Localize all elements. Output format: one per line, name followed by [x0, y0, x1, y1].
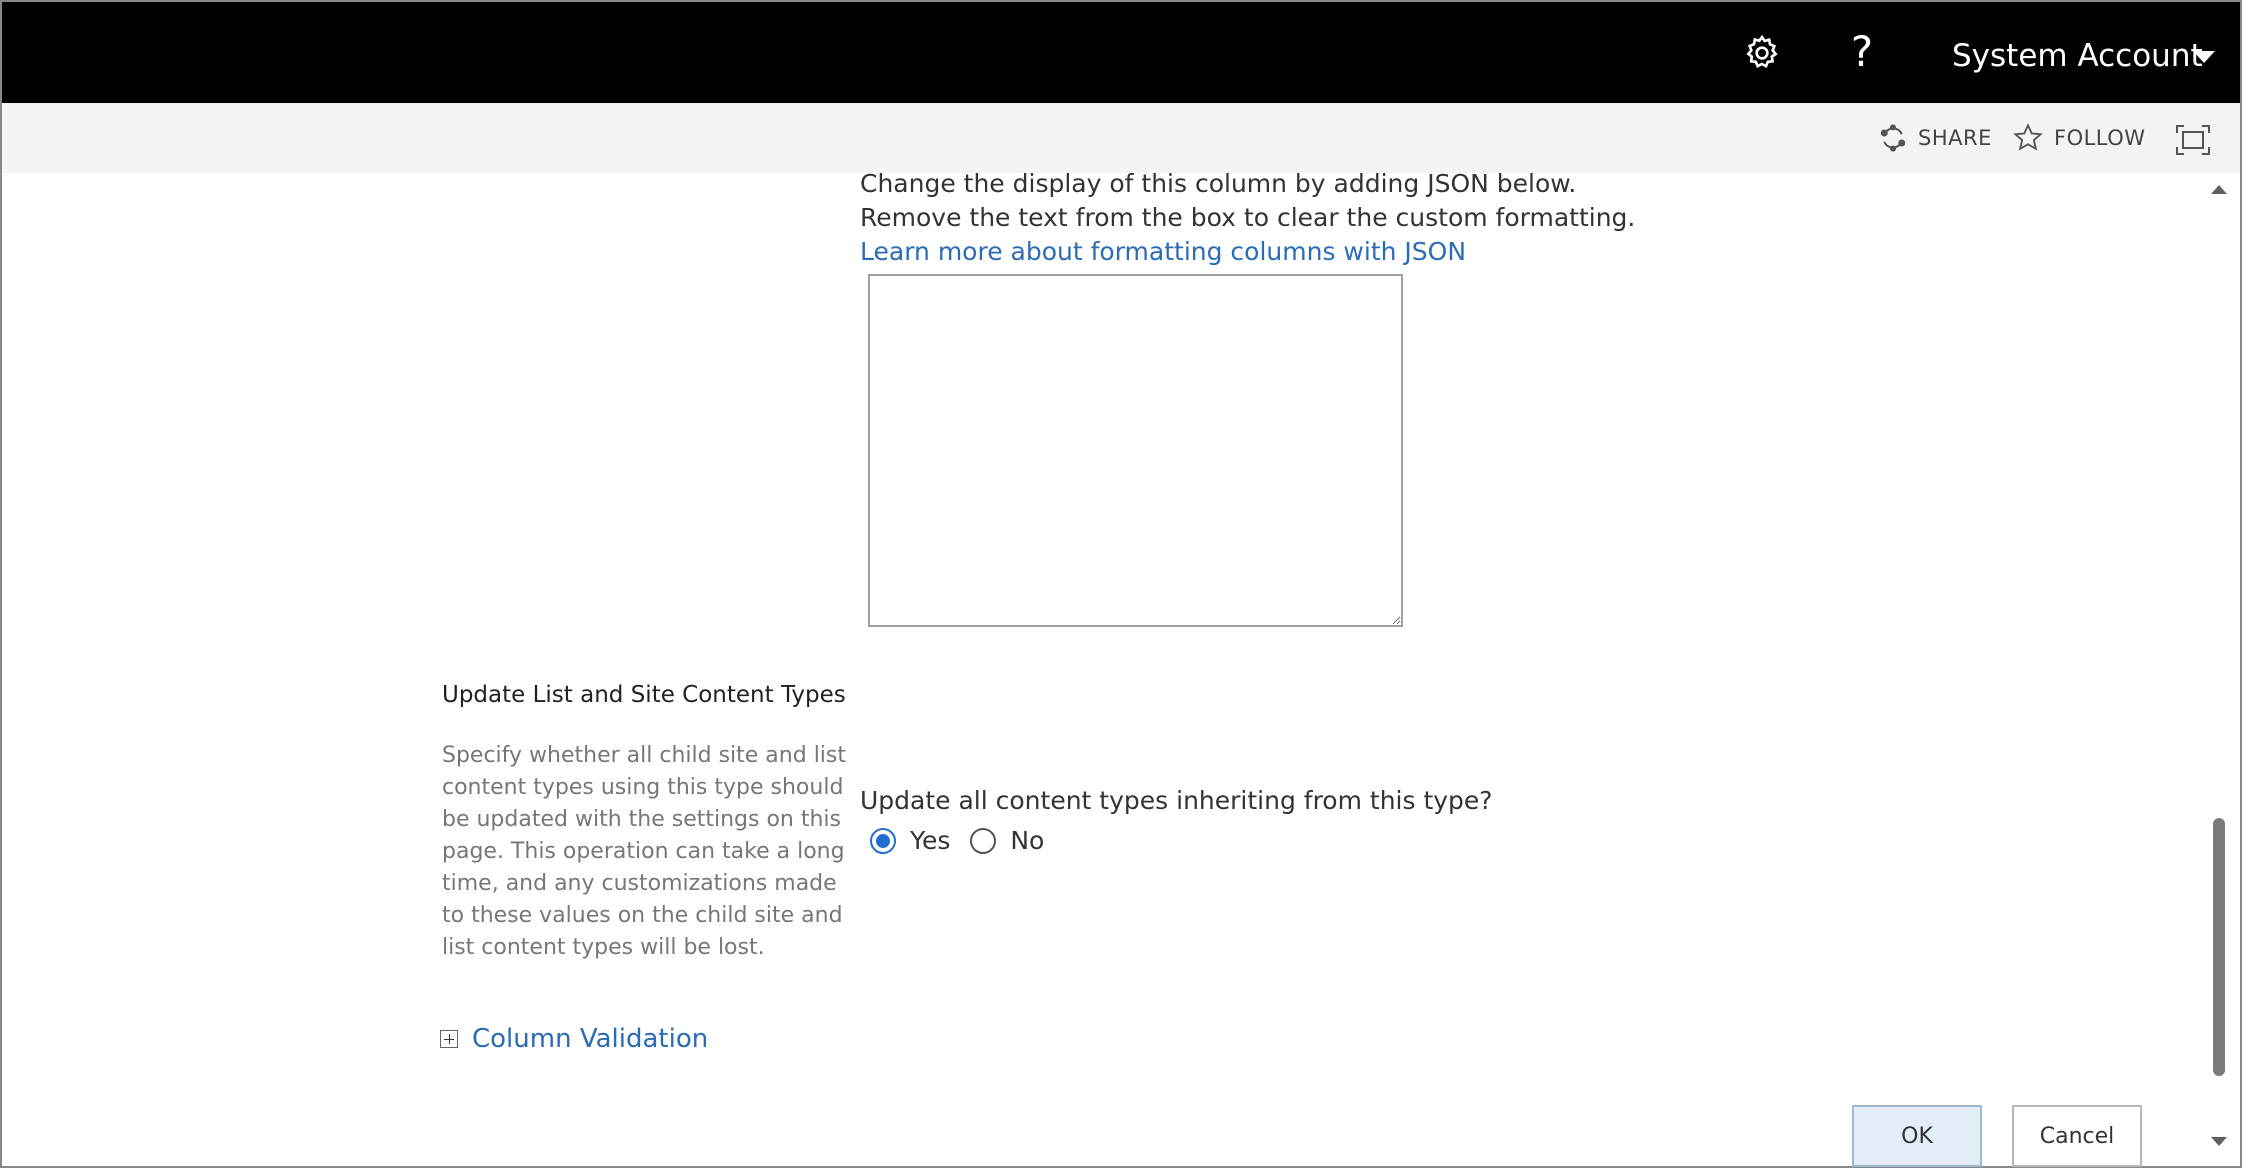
radio-yes-label: Yes: [910, 826, 951, 855]
account-menu-button[interactable]: System Account: [1952, 32, 2203, 80]
focus-mode-icon[interactable]: [2176, 125, 2210, 155]
star-icon: [2013, 123, 2043, 151]
radio-no-label: No: [1010, 826, 1045, 855]
cancel-button[interactable]: Cancel: [2012, 1105, 2142, 1167]
update-content-types-title: Update List and Site Content Types: [442, 682, 846, 708]
column-validation-link[interactable]: Column Validation: [472, 1024, 708, 1054]
suite-bar: ? System Account: [0, 0, 2242, 103]
scrollbar-thumb[interactable]: [2213, 818, 2225, 1076]
learn-more-json-link[interactable]: Learn more about formatting columns with…: [860, 235, 1466, 269]
formatting-instructions-line1: Change the display of this column by add…: [860, 169, 1577, 198]
radio-option-yes[interactable]: Yes: [870, 826, 950, 855]
scroll-up-arrow-icon[interactable]: [2210, 183, 2228, 195]
account-name: System Account: [1952, 38, 2203, 74]
scroll-down-arrow-icon[interactable]: [2210, 1136, 2228, 1148]
column-validation-expander[interactable]: Column Validation: [440, 1024, 708, 1054]
gear-icon[interactable]: [1742, 33, 1782, 73]
ok-button[interactable]: OK: [1852, 1105, 1982, 1167]
radio-yes[interactable]: [870, 827, 896, 854]
page-action-bar: SHARE FOLLOW: [0, 103, 2242, 173]
follow-label: FOLLOW: [2054, 126, 2146, 150]
formatting-instructions-line2: Remove the text from the box to clear th…: [860, 203, 1636, 232]
radio-no[interactable]: [970, 827, 997, 854]
follow-button[interactable]: FOLLOW: [2012, 121, 2146, 155]
share-icon: [1880, 124, 1906, 152]
update-content-types-radio-group: Yes No: [870, 826, 1064, 855]
share-label: SHARE: [1918, 126, 1992, 150]
chevron-down-icon[interactable]: [2192, 50, 2216, 64]
radio-option-no[interactable]: No: [970, 826, 1044, 855]
expand-plus-icon[interactable]: [440, 1030, 458, 1048]
update-content-types-question: Update all content types inheriting from…: [860, 786, 1493, 815]
share-button[interactable]: SHARE: [1878, 121, 1992, 155]
update-content-types-description: Specify whether all child site and list …: [442, 743, 847, 960]
help-icon[interactable]: ?: [1845, 22, 1879, 82]
json-formatting-textarea[interactable]: [868, 274, 1403, 627]
